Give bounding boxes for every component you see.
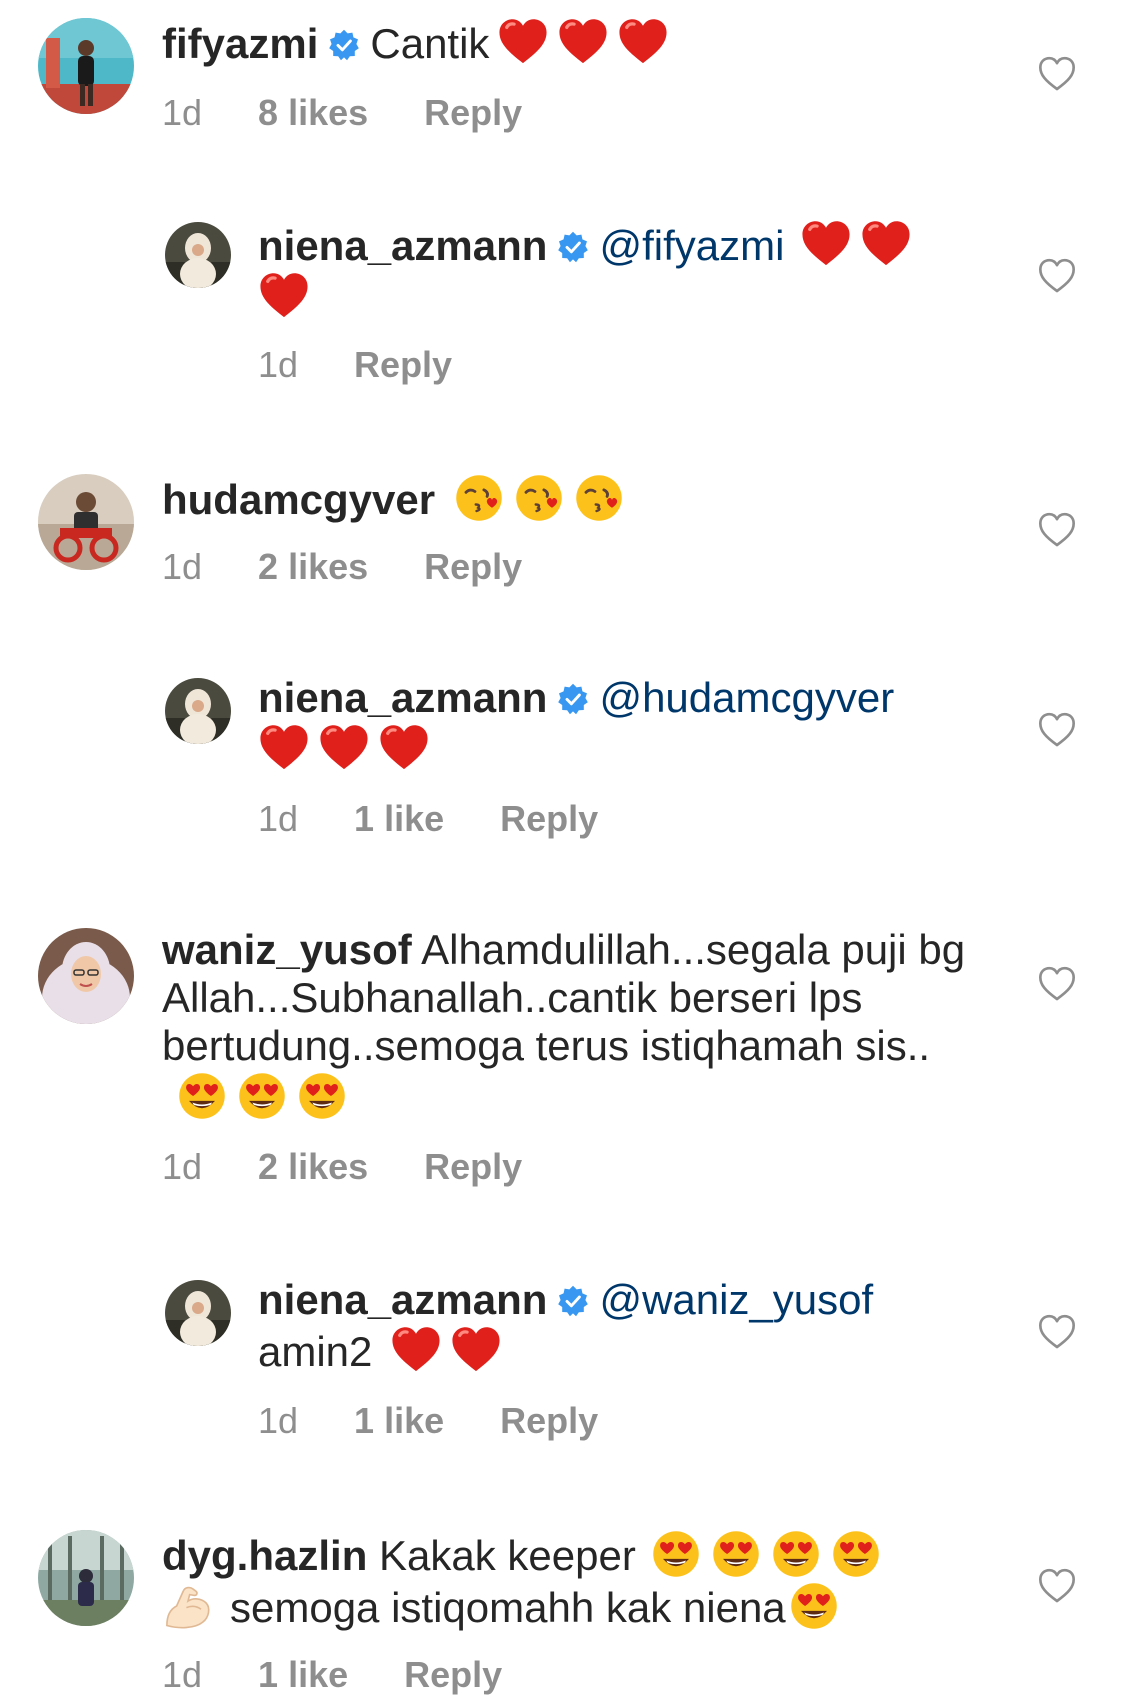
red-heart-icon <box>258 270 310 322</box>
comment-body: dyg.hazlin Kakak keeper semoga istiqomahh… <box>162 1528 975 1632</box>
red-heart-icon <box>450 1324 502 1376</box>
heart-outline-icon[interactable] <box>1037 964 1077 1004</box>
smiling-face-with-heart-eyes-icon <box>650 1528 702 1580</box>
heart-outline-icon[interactable] <box>1037 1312 1077 1352</box>
reply-button[interactable]: Reply <box>404 1654 502 1695</box>
red-heart-icon <box>318 722 370 774</box>
comment-time: 1d <box>162 1146 203 1187</box>
red-heart-icon <box>800 218 852 270</box>
likes-count[interactable]: 1 like <box>354 798 444 839</box>
comment-text: semoga istiqomahh kak niena <box>230 1584 786 1631</box>
likes-count[interactable]: 2 likes <box>258 546 368 587</box>
avatar[interactable] <box>38 1530 134 1626</box>
verified-badge-icon <box>557 1285 589 1317</box>
smiling-face-with-heart-eyes-icon <box>236 1070 288 1122</box>
comment-username[interactable]: hudamcgyver <box>162 476 435 523</box>
verified-badge-icon <box>328 29 360 61</box>
red-heart-icon <box>557 16 609 68</box>
likes-count[interactable]: 8 likes <box>258 92 368 133</box>
comment-body: waniz_yusof Alhamdulillah...segala puji … <box>162 926 975 1122</box>
reply-button[interactable]: Reply <box>424 546 522 587</box>
likes-count[interactable]: 1 like <box>258 1654 348 1695</box>
comment-username[interactable]: niena_azmann <box>258 674 547 721</box>
verified-badge-icon <box>557 683 589 715</box>
comment-username[interactable]: niena_azmann <box>258 222 547 269</box>
mention-link[interactable]: @waniz_yusof <box>599 1276 873 1323</box>
reply-button[interactable]: Reply <box>424 1146 522 1187</box>
smiling-face-with-heart-eyes-icon <box>296 1070 348 1122</box>
comment-username[interactable]: fifyazmi <box>162 20 318 67</box>
comment-meta: 1d 1 like Reply <box>162 1654 558 1696</box>
avatar[interactable] <box>165 1280 231 1346</box>
mention-link[interactable]: @fifyazmi <box>599 222 784 269</box>
heart-outline-icon[interactable] <box>1037 710 1077 750</box>
comment-time: 1d <box>162 92 203 133</box>
comment-time: 1d <box>162 546 203 587</box>
face-blowing-a-kiss-icon <box>513 472 565 524</box>
smiling-face-with-heart-eyes-icon <box>788 1580 840 1632</box>
reply-button[interactable]: Reply <box>500 1400 598 1441</box>
comment-time: 1d <box>258 344 299 385</box>
red-heart-icon <box>497 16 549 68</box>
likes-count[interactable]: 2 likes <box>258 1146 368 1187</box>
likes-count[interactable]: 1 like <box>354 1400 444 1441</box>
comment-username[interactable]: niena_azmann <box>258 1276 547 1323</box>
smiling-face-with-heart-eyes-icon <box>710 1528 762 1580</box>
comment-username[interactable]: waniz_yusof <box>162 926 412 973</box>
comment-text: Cantik <box>370 20 490 67</box>
comment-time: 1d <box>258 1400 299 1441</box>
red-heart-icon <box>258 722 310 774</box>
comment-username[interactable]: dyg.hazlin <box>162 1532 367 1579</box>
heart-outline-icon[interactable] <box>1037 54 1077 94</box>
avatar[interactable] <box>38 474 134 570</box>
comment-text: amin2 <box>258 1328 373 1375</box>
heart-outline-icon[interactable] <box>1037 510 1077 550</box>
reply-button[interactable]: Reply <box>500 798 598 839</box>
reply-button[interactable]: Reply <box>424 92 522 133</box>
heart-outline-icon[interactable] <box>1037 1566 1077 1606</box>
comment-time: 1d <box>162 1654 203 1695</box>
comment-meta: 1d 8 likes Reply <box>162 92 578 134</box>
comment-body: niena_azmann @fifyazmi <box>258 218 975 322</box>
comment-meta: 1d 1 like Reply <box>258 798 654 840</box>
smiling-face-with-heart-eyes-icon <box>770 1528 822 1580</box>
red-heart-icon <box>860 218 912 270</box>
avatar[interactable] <box>38 928 134 1024</box>
face-blowing-a-kiss-icon <box>573 472 625 524</box>
avatar[interactable] <box>38 18 134 114</box>
comment-meta: 1d Reply <box>258 344 508 386</box>
verified-badge-icon <box>557 231 589 263</box>
smiling-face-with-heart-eyes-icon <box>830 1528 882 1580</box>
mention-link[interactable]: @hudamcgyver <box>599 674 894 721</box>
avatar[interactable] <box>165 222 231 288</box>
comment-time: 1d <box>258 798 299 839</box>
red-heart-icon <box>390 1324 442 1376</box>
avatar[interactable] <box>165 678 231 744</box>
comment-body: niena_azmann @hudamcgyver <box>258 674 975 774</box>
smiling-face-with-heart-eyes-icon <box>176 1070 228 1122</box>
comment-body: hudamcgyver <box>162 472 975 524</box>
red-heart-icon <box>617 16 669 68</box>
comment-body: fifyazmi Cantik <box>162 16 975 68</box>
red-heart-icon <box>378 722 430 774</box>
comment-meta: 1d 1 like Reply <box>258 1400 654 1442</box>
flexed-biceps-icon <box>162 1580 214 1632</box>
comment-meta: 1d 2 likes Reply <box>162 546 578 588</box>
reply-button[interactable]: Reply <box>354 344 452 385</box>
heart-outline-icon[interactable] <box>1037 256 1077 296</box>
comment-body: niena_azmann @waniz_yusof amin2 <box>258 1276 975 1376</box>
comment-meta: 1d 2 likes Reply <box>162 1146 578 1188</box>
comment-text: Kakak keeper <box>379 1532 636 1579</box>
face-blowing-a-kiss-icon <box>453 472 505 524</box>
